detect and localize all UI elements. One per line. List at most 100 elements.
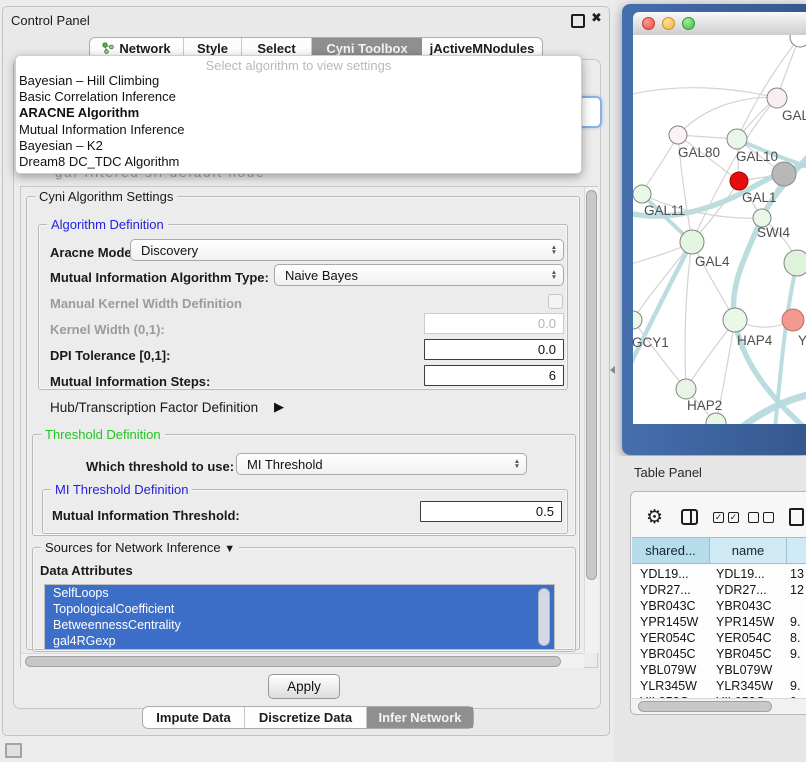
node-salmon[interactable] — [782, 309, 804, 331]
node-label: GAL11 — [644, 203, 685, 218]
float-window-icon[interactable] — [571, 14, 585, 28]
node-label: GAL10 — [736, 149, 778, 164]
aracne-mode-combobox[interactable]: Discovery ▲▼ — [130, 239, 564, 261]
dropdown-item-basic-correlation[interactable]: Basic Correlation Inference — [16, 89, 581, 105]
node-gal4[interactable] — [680, 230, 704, 254]
table-cell: YDR27... — [716, 583, 767, 597]
expand-down-icon[interactable]: ▼ — [224, 543, 235, 555]
mi-steps-label: Mutual Information Steps: — [50, 374, 210, 389]
deselect-checkbox-icon[interactable] — [763, 512, 774, 523]
node-label: GAL4 — [695, 254, 730, 269]
node-gal-partial[interactable] — [767, 88, 787, 108]
node-unlabeled-top[interactable] — [790, 35, 806, 47]
kernel-width-input[interactable] — [424, 313, 564, 334]
algorithm-dropdown-popup: Select algorithm to view settings Bayesi… — [15, 55, 582, 174]
list-scrollbar-thumb[interactable] — [538, 588, 550, 646]
split-columns-icon[interactable] — [681, 509, 698, 525]
node-gray[interactable] — [772, 162, 796, 186]
expand-right-icon[interactable]: ▶ — [274, 399, 284, 415]
table-hscrollbar-thumb[interactable] — [638, 701, 772, 712]
node-label: Y — [798, 333, 806, 348]
node-label: HAP2 — [687, 398, 722, 413]
mi-steps-input[interactable] — [424, 365, 564, 386]
settings-hscrollbar-thumb[interactable] — [25, 656, 561, 667]
which-threshold-combobox[interactable]: MI Threshold ▲▼ — [236, 453, 527, 475]
close-icon[interactable]: ✖ — [591, 10, 602, 26]
gear-icon[interactable]: ⚙ — [646, 506, 663, 529]
apply-button[interactable]: Apply — [268, 674, 340, 699]
dropdown-item-aracne[interactable]: ARACNE Algorithm — [16, 105, 581, 121]
list-item-topologicalcoefficient[interactable]: TopologicalCoefficient — [45, 601, 554, 617]
column-header-name[interactable]: name — [710, 537, 787, 564]
select-all-checkbox-icon[interactable]: ✓ — [713, 512, 724, 523]
table-cell: 9. — [790, 615, 800, 629]
data-attributes-label: Data Attributes — [40, 563, 133, 578]
split-pane-divider-handle[interactable] — [610, 366, 615, 374]
kernel-width-label: Kernel Width (0,1): — [50, 322, 165, 337]
node-label: GAL80 — [678, 145, 720, 160]
node-gal11[interactable] — [633, 185, 651, 203]
which-threshold-value: MI Threshold — [237, 457, 508, 472]
network-icon — [102, 42, 114, 54]
settings-vscrollbar-thumb[interactable] — [586, 190, 597, 580]
select-all-checkbox-icon[interactable]: ✓ — [728, 512, 739, 523]
close-traffic-light[interactable] — [642, 17, 655, 30]
tab-discretize-data[interactable]: Discretize Data — [245, 707, 367, 728]
dropdown-item-bayesian-hill-climbing[interactable]: Bayesian – Hill Climbing — [16, 73, 581, 89]
list-item-gal4rgexp[interactable]: gal4RGexp — [45, 633, 554, 649]
node-gcy1[interactable] — [633, 311, 642, 329]
tab-infer-network[interactable]: Infer Network — [367, 707, 473, 728]
aracne-mode-label: Aracne Mode: — [50, 245, 136, 260]
dropdown-item-bayesian-k2[interactable]: Bayesian – K2 — [16, 138, 581, 154]
list-item-betweennesscentrality[interactable]: BetweennessCentrality — [45, 617, 554, 633]
table-cell: YER054C — [640, 631, 696, 645]
tab-impute-data[interactable]: Impute Data — [143, 707, 245, 728]
aracne-mode-value: Discovery — [131, 243, 545, 258]
tab-infer-network-label: Infer Network — [378, 710, 461, 725]
minimize-traffic-light[interactable] — [662, 17, 675, 30]
table-body: YDL19... YDL19... 13 YDR27... YDR27... 1… — [632, 565, 806, 698]
node-gal1[interactable] — [730, 172, 748, 190]
dropdown-item-mutual-information[interactable]: Mutual Information Inference — [16, 122, 581, 138]
tab-network-label: Network — [119, 41, 170, 56]
data-attributes-list: SelfLoops TopologicalCoefficient Between… — [44, 584, 555, 650]
tab-impute-data-label: Impute Data — [156, 710, 230, 725]
column-header-label: name — [732, 543, 765, 558]
tab-jactivemnodules-label: jActiveMNodules — [430, 41, 535, 56]
network-window-titlebar[interactable] — [633, 12, 806, 36]
dropdown-item-dream8[interactable]: Dream8 DC_TDC Algorithm — [16, 154, 581, 170]
mi-algorithm-type-combobox[interactable]: Naive Bayes ▲▼ — [274, 264, 564, 286]
column-header-shared-name[interactable]: shared... — [632, 537, 710, 564]
table-cell: YLR345W — [640, 679, 697, 693]
dpi-tolerance-input[interactable] — [424, 339, 564, 360]
collapse-panel-icon[interactable] — [5, 743, 22, 758]
mi-threshold-input[interactable] — [420, 501, 562, 522]
new-table-icon[interactable] — [789, 508, 804, 526]
tab-cyni-toolbox-label: Cyni Toolbox — [326, 41, 407, 56]
table-cell: YBL079W — [716, 663, 772, 677]
network-canvas[interactable]: GAL GAL80 GAL10 GAL1 GAL11 SWI4 GAL4 GCY… — [633, 35, 806, 424]
table-cell: YDL19... — [640, 567, 689, 581]
mi-threshold-label: Mutual Information Threshold: — [52, 508, 240, 523]
node-label: SWI4 — [757, 225, 790, 240]
node-gal80[interactable] — [669, 126, 687, 144]
column-header-partial[interactable] — [787, 537, 806, 564]
node-right-green[interactable] — [784, 250, 806, 276]
screen: Control Panel ✖ Network Style Select — [0, 0, 806, 762]
table-cell: 13 — [790, 567, 804, 581]
node-hap2[interactable] — [676, 379, 696, 399]
dpi-tolerance-label: DPI Tolerance [0,1]: — [50, 348, 170, 363]
table-cell: YBR043C — [640, 599, 696, 613]
manual-kernel-width-checkbox[interactable] — [548, 294, 563, 309]
manual-kernel-width-label: Manual Kernel Width Definition — [50, 296, 242, 311]
combo-stepper-icon: ▲▼ — [545, 270, 563, 280]
zoom-traffic-light[interactable] — [682, 17, 695, 30]
node-gal10[interactable] — [727, 129, 747, 149]
deselect-checkbox-icon[interactable] — [748, 512, 759, 523]
table-cell: 9. — [790, 647, 800, 661]
tab-style-label: Style — [197, 41, 228, 56]
node-hap4[interactable] — [723, 308, 747, 332]
list-item-selfloops[interactable]: SelfLoops — [45, 585, 554, 601]
table-cell: YBR043C — [716, 599, 772, 613]
hub-definition-label: Hub/Transcription Factor Definition — [50, 400, 258, 415]
